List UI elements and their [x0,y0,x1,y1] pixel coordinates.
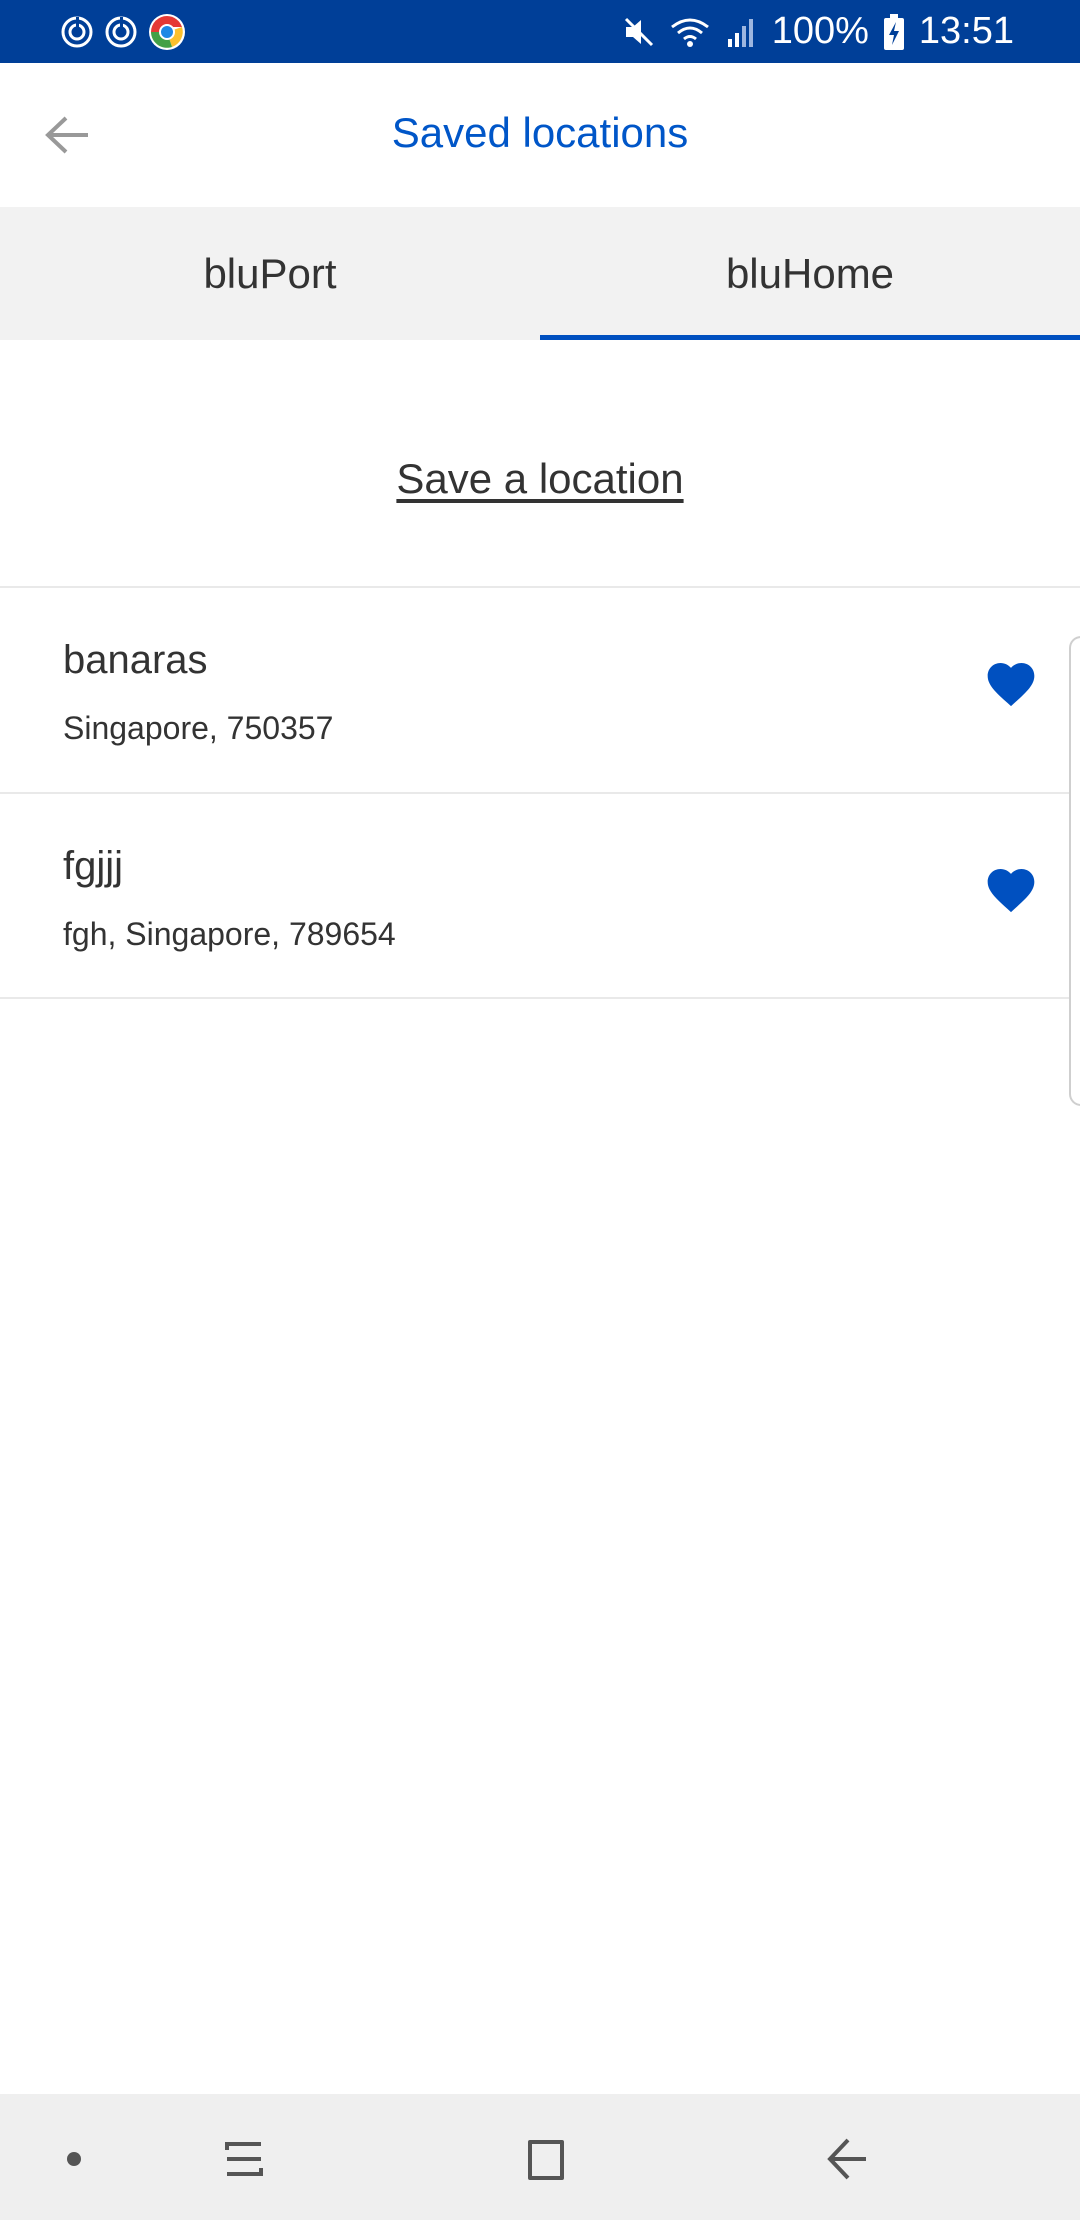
nav-back-button[interactable] [812,2124,882,2194]
page-title: Saved locations [391,109,689,156]
tab-bar: bluPort bluHome [0,207,1080,340]
wifi-icon [670,18,709,47]
dot-icon [67,2152,81,2166]
nav-dot-button[interactable] [39,2124,109,2194]
location-address: fgh, Singapore, 789654 [63,916,396,952]
save-location-container: Save a location [0,455,1080,503]
battery-charging-icon [883,13,904,50]
edge-panel-handle[interactable] [1069,636,1080,1106]
notification-icon [61,16,93,48]
chrome-icon [149,14,185,50]
status-indicators: 100% 13:51 [622,0,1014,63]
status-bar: 100% 13:51 [0,0,1080,63]
home-icon [528,2140,564,2180]
home-button[interactable] [510,2124,580,2194]
status-notifications [60,12,186,52]
location-address: Singapore, 750357 [63,710,334,746]
heart-icon[interactable] [983,656,1039,712]
heart-icon[interactable] [983,862,1039,918]
battery-percent: 100% [771,10,869,52]
signal-icon [727,18,753,47]
save-location-link[interactable]: Save a location [396,455,683,502]
navigation-bar [0,2094,1080,2220]
tab-bluport[interactable]: bluPort [0,207,540,340]
notification-icon [105,16,137,48]
tab-bluhome[interactable]: bluHome [540,207,1080,340]
app-bar: Saved locations [0,63,1080,207]
list-item[interactable]: banaras Singapore, 750357 [0,588,1080,790]
location-name: fgjjj [63,844,124,888]
list-item[interactable]: fgjjj fgh, Singapore, 789654 [0,794,1080,996]
back-icon [827,2138,866,2180]
recent-apps-button[interactable] [209,2124,279,2194]
mute-icon [624,17,653,46]
divider [0,997,1080,999]
location-name: banaras [63,638,208,682]
status-time: 13:51 [918,10,1014,52]
recent-apps-icon [225,2142,263,2176]
